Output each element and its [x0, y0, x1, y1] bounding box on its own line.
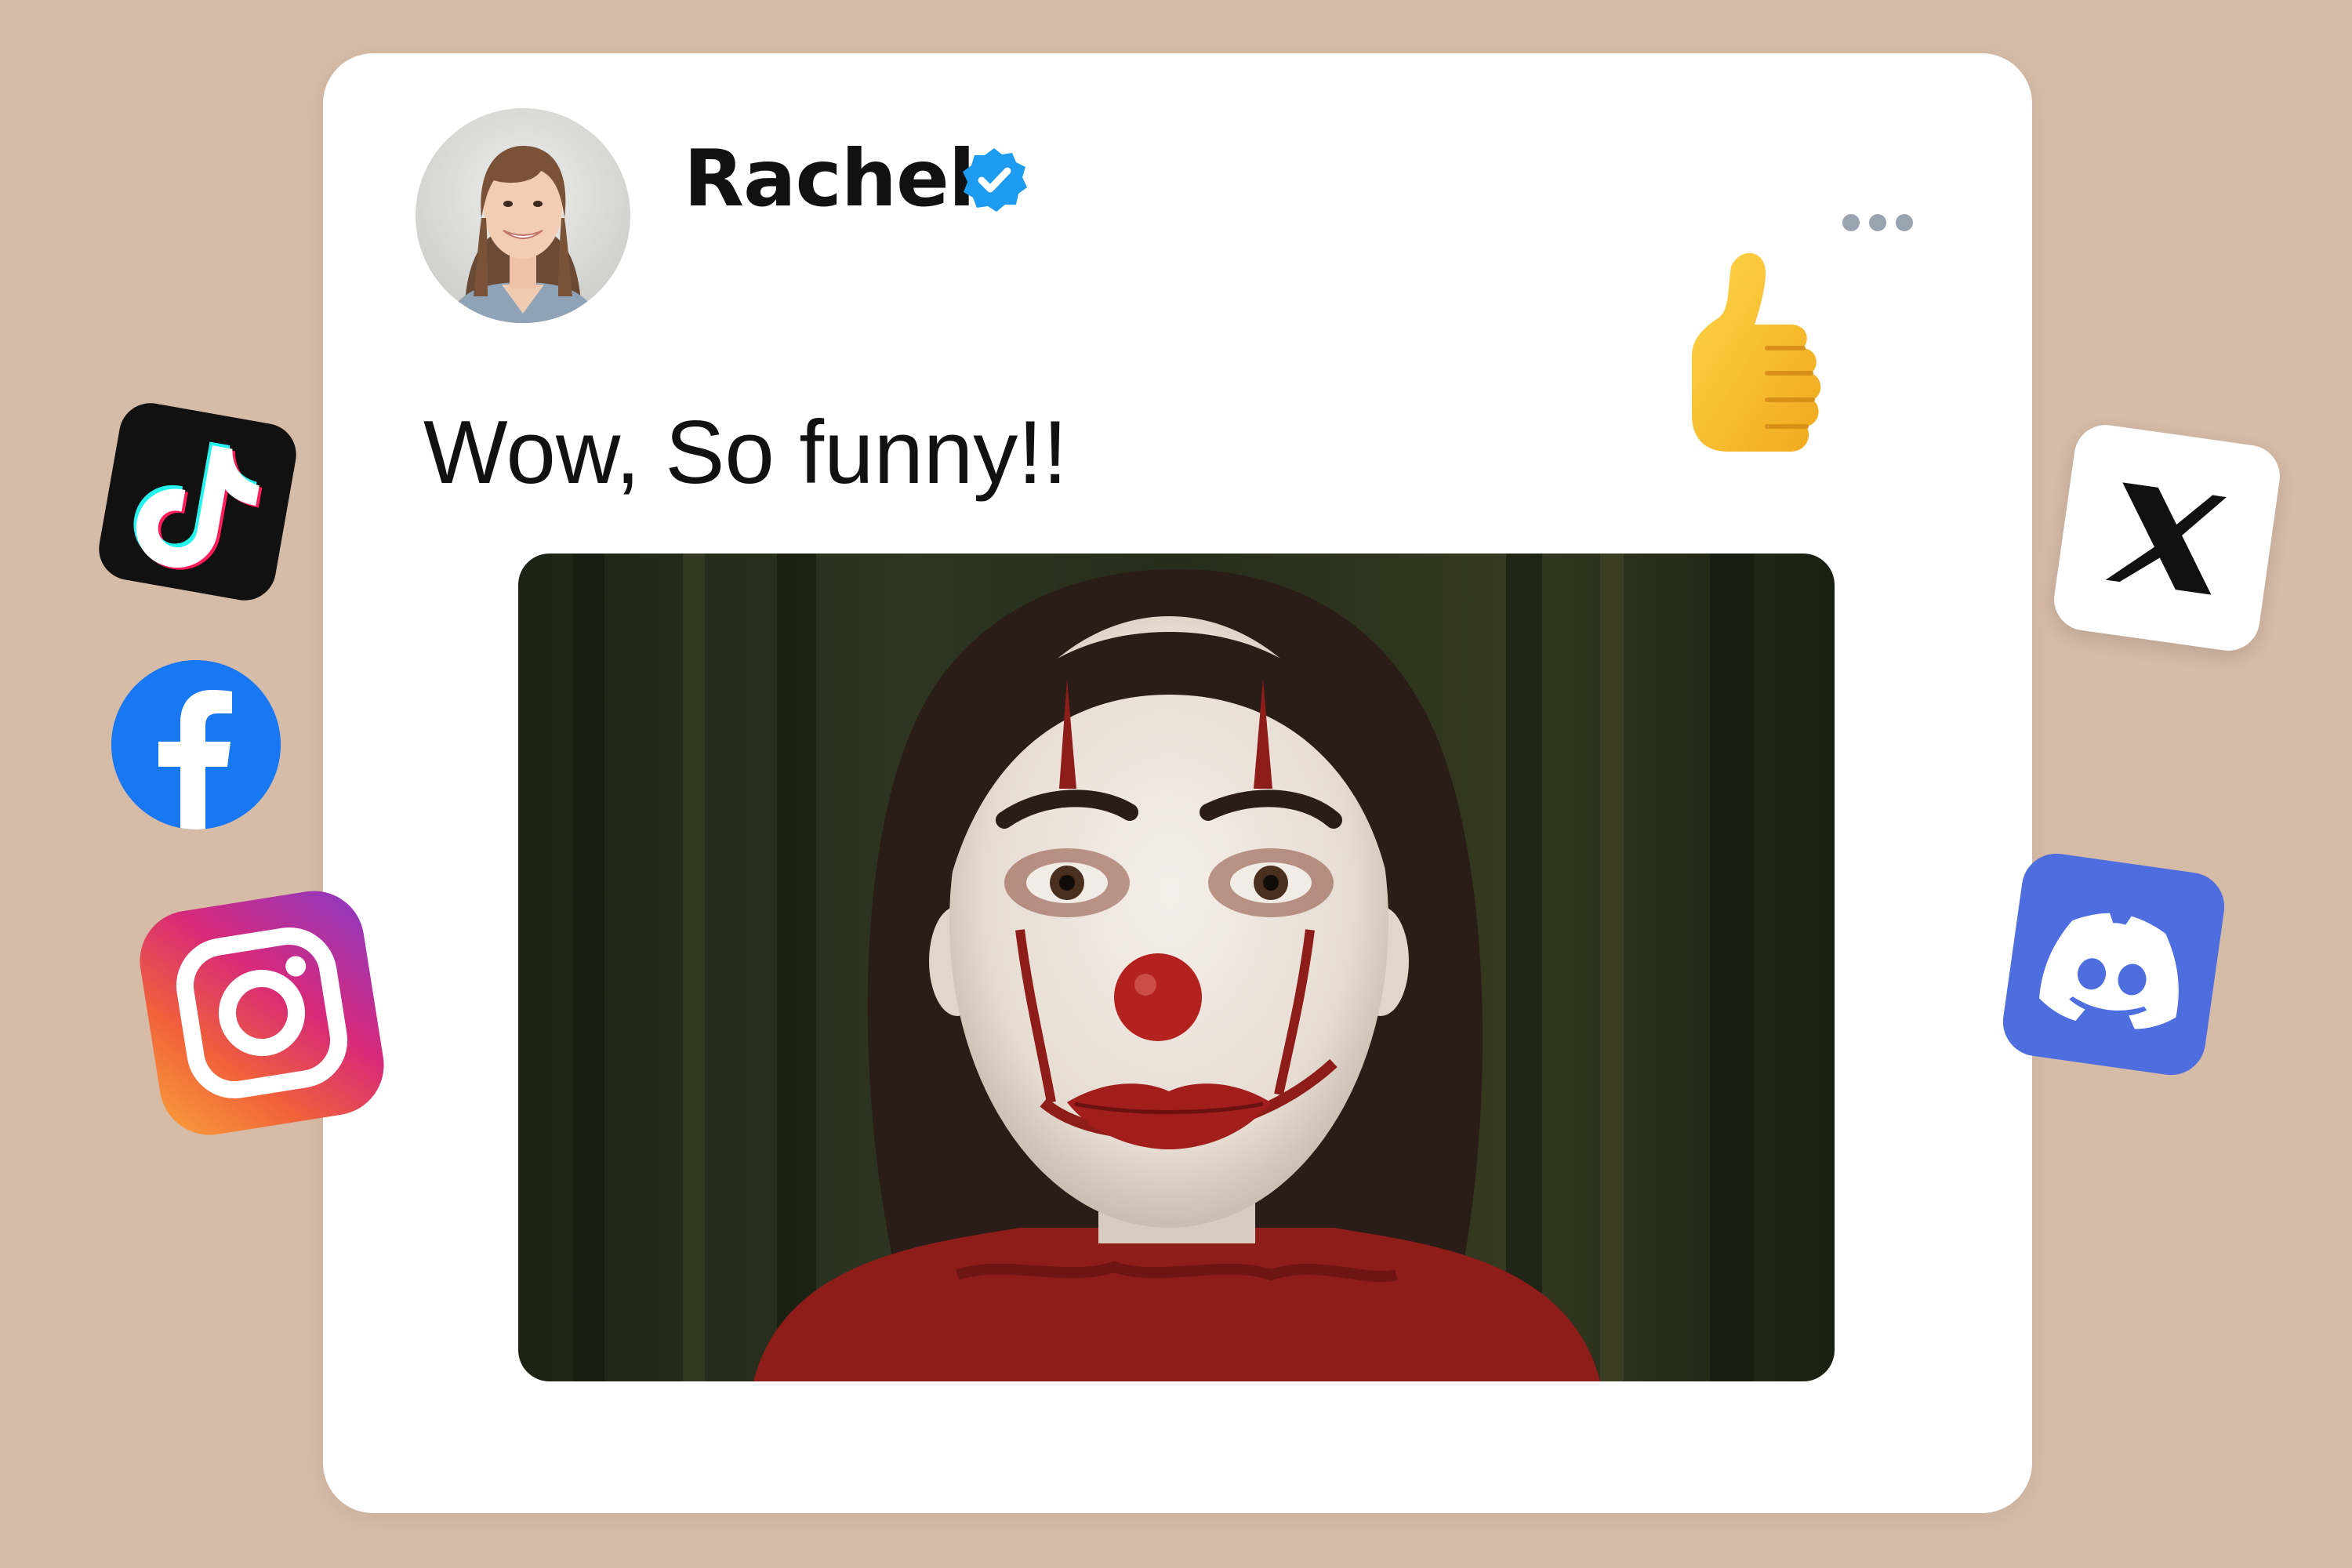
discord-icon[interactable] — [1998, 849, 2229, 1080]
more-dot — [1842, 214, 1860, 231]
post-card: Rachel Wow, So funny!! — [323, 53, 2032, 1513]
instagram-icon[interactable] — [132, 884, 391, 1142]
thumbs-up-icon[interactable] — [1673, 238, 1877, 497]
facebook-icon[interactable] — [111, 660, 281, 829]
tiktok-icon[interactable] — [93, 397, 302, 606]
more-options-icon[interactable] — [1842, 207, 1921, 238]
verified-badge-icon — [960, 145, 1029, 214]
post-image[interactable] — [518, 554, 1835, 1381]
more-dot — [1869, 214, 1886, 231]
post-text: Wow, So funny!! — [423, 403, 1068, 503]
x-icon[interactable] — [2049, 420, 2285, 655]
more-dot — [1896, 214, 1913, 231]
author-name[interactable]: Rachel — [684, 132, 975, 226]
avatar[interactable] — [416, 108, 630, 323]
